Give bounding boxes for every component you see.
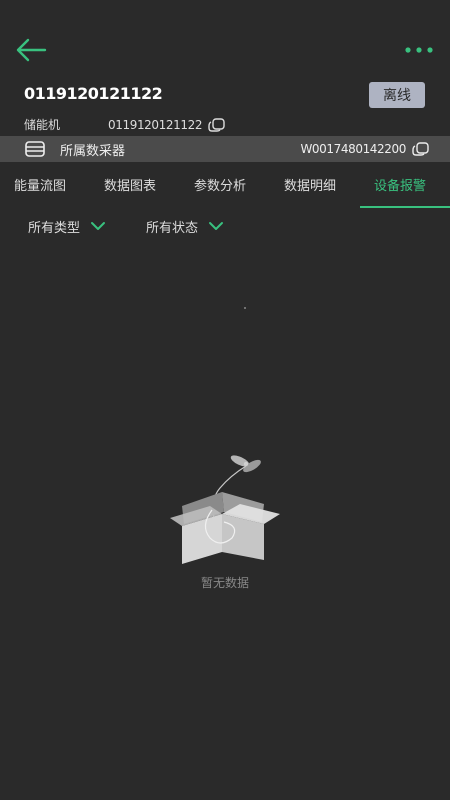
collector-bar: 所属数采器 W0017480142200 <box>0 136 450 162</box>
device-type-label: 储能机 <box>24 118 61 132</box>
type-filter-dropdown[interactable]: 所有类型 <box>28 212 106 240</box>
top-app-bar <box>0 0 450 80</box>
tab-device-alarm[interactable]: 设备报警 <box>374 172 426 208</box>
status-badge: 离线 <box>369 82 425 108</box>
tab-energy-flow[interactable]: 能量流图 <box>14 172 66 208</box>
filter-row: 所有类型 所有状态 <box>0 212 450 242</box>
tab-bar: 能量流图 数据图表 参数分析 数据明细 设备报警 <box>0 172 450 210</box>
tab-parameter-analysis[interactable]: 参数分析 <box>194 172 246 208</box>
dot-artifact <box>244 307 246 309</box>
back-arrow-icon[interactable] <box>14 36 48 64</box>
tab-data-chart[interactable]: 数据图表 <box>104 172 156 208</box>
chevron-down-icon <box>209 222 224 230</box>
collector-serial: W0017480142200 <box>300 142 406 156</box>
chevron-down-icon <box>91 222 106 230</box>
status-filter-label: 所有状态 <box>146 220 199 236</box>
device-serial-value: 0119120121122 <box>108 117 203 132</box>
device-info-row: 储能机 0119120121122 <box>24 116 226 133</box>
empty-state-text: 暂无数据 <box>200 576 249 590</box>
status-filter-dropdown[interactable]: 所有状态 <box>146 212 224 240</box>
collector-device-icon <box>25 141 45 157</box>
more-options-icon[interactable] <box>404 44 434 56</box>
active-tab-indicator <box>360 206 450 208</box>
copy-icon[interactable] <box>412 142 430 156</box>
type-filter-label: 所有类型 <box>28 220 81 236</box>
tab-data-detail[interactable]: 数据明细 <box>284 172 336 208</box>
collector-label: 所属数采器 <box>60 143 126 159</box>
device-id-title: 0119120121122 <box>24 84 163 103</box>
copy-icon[interactable] <box>208 117 226 132</box>
